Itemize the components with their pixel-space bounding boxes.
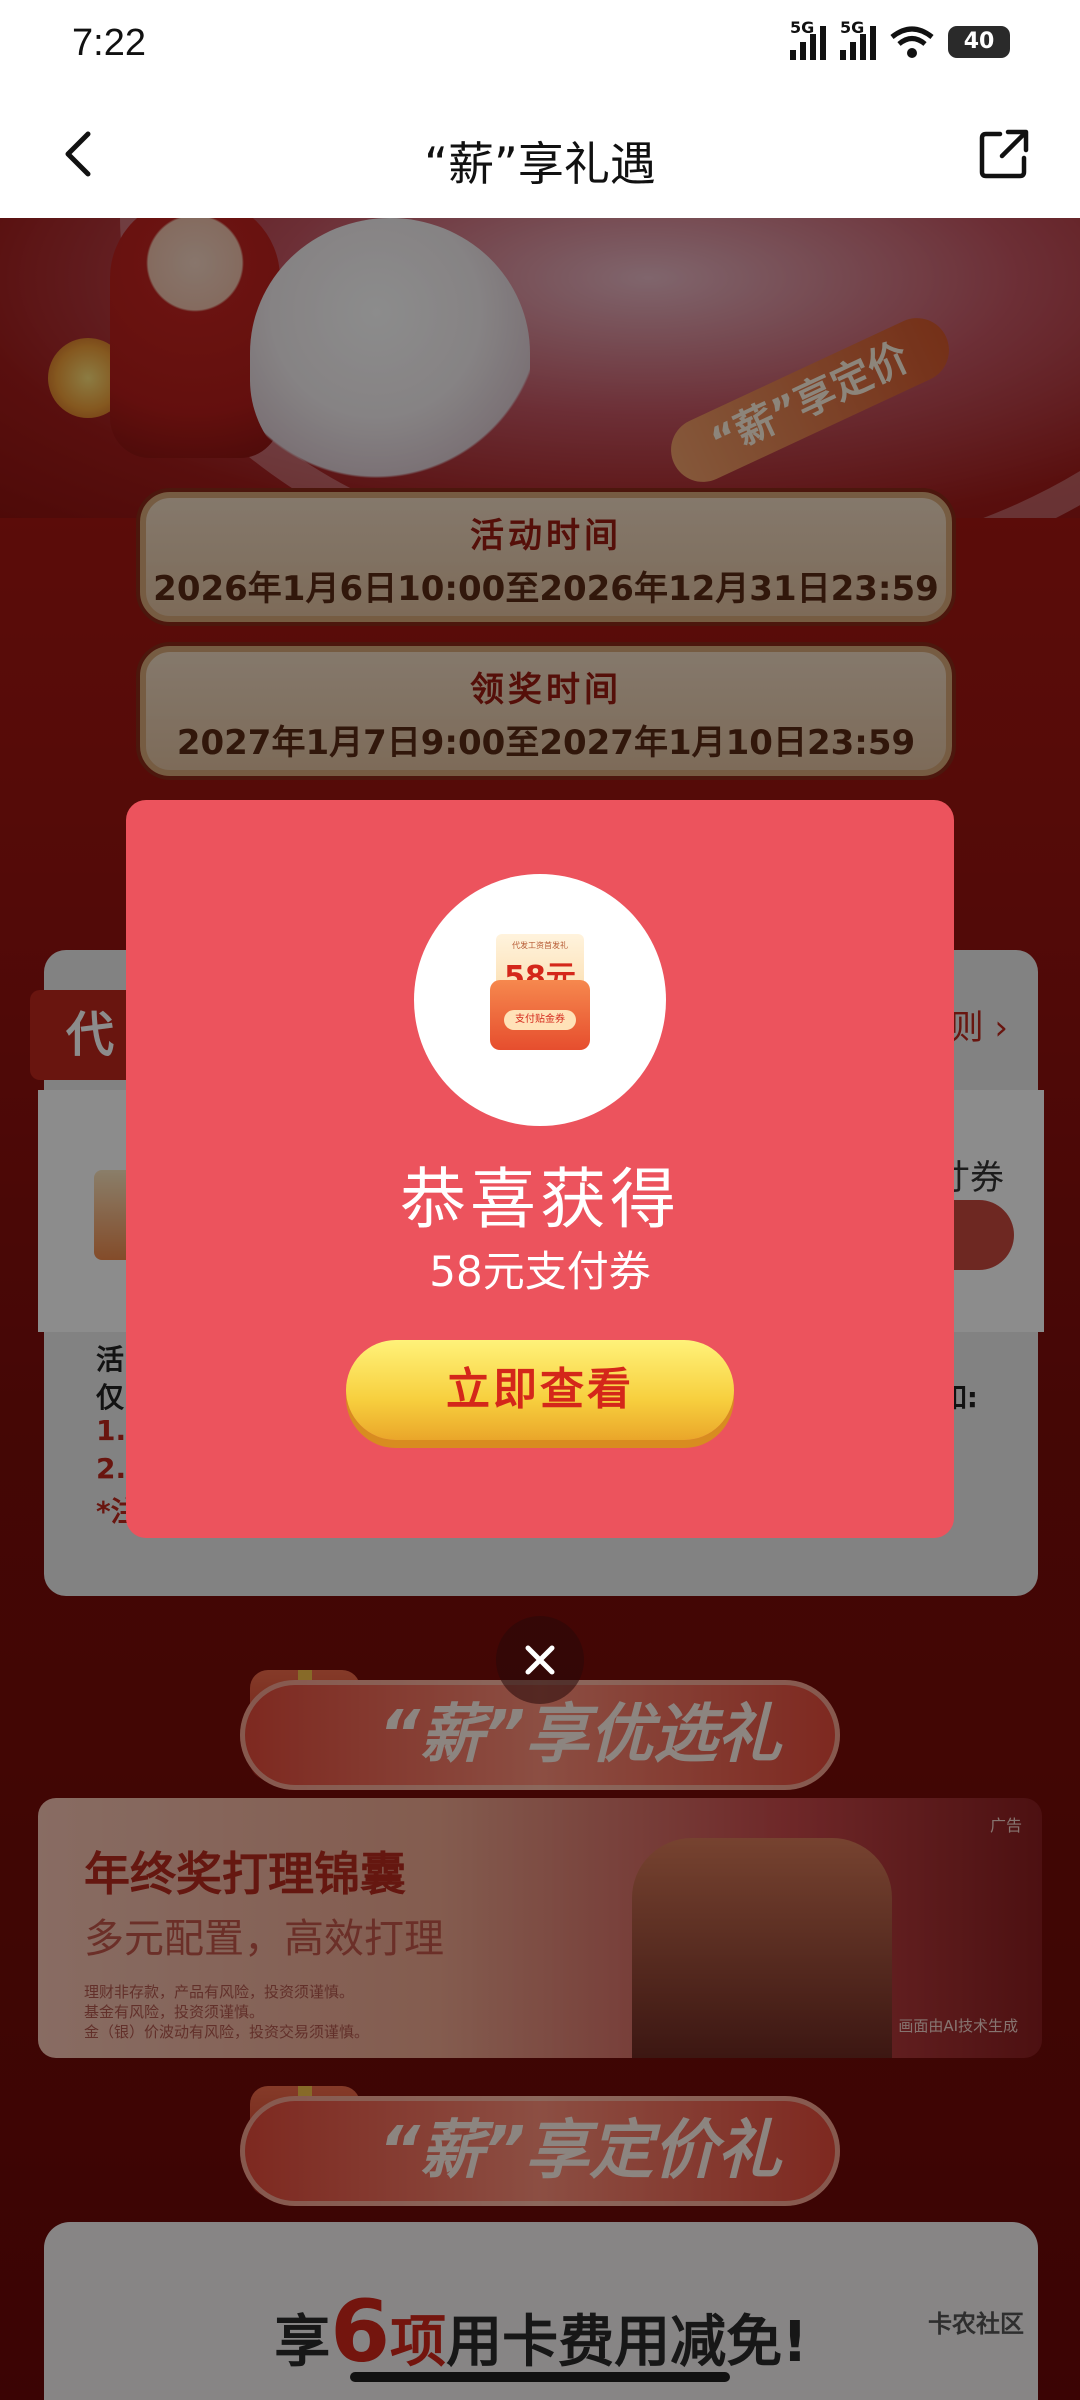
- coupon-type-label: 支付贴金券: [504, 1010, 576, 1030]
- home-indicator[interactable]: [350, 2372, 730, 2382]
- popup-title: 恭喜获得: [400, 1161, 680, 1238]
- battery-icon: 40: [948, 26, 1010, 58]
- close-popup-button[interactable]: [496, 1616, 584, 1704]
- signal-icon: 5G: [790, 18, 826, 60]
- page-title: “薪”享礼遇: [424, 137, 656, 191]
- status-bar: 7:22 5G 5G 40: [0, 0, 1080, 90]
- close-icon: [525, 1645, 555, 1675]
- red-envelope: 支付贴金券: [490, 980, 590, 1050]
- status-time: 7:22: [72, 22, 146, 64]
- coupon-icon-circle: 代发工资首发礼 58元 支付贴金券: [414, 874, 666, 1126]
- network-label: 5G: [840, 18, 865, 37]
- reward-popup: 代发工资首发礼 58元 支付贴金券 恭喜获得 58元支付券 立即查看: [126, 800, 954, 1538]
- view-now-button[interactable]: 立即查看: [346, 1340, 734, 1440]
- signal-icon: 5G: [840, 18, 876, 60]
- coupon-mini-text: 代发工资首发礼: [512, 941, 568, 950]
- wifi-icon: [890, 26, 934, 58]
- navigation-bar: “薪”享礼遇: [0, 90, 1080, 218]
- popup-subtitle: 58元支付券: [429, 1247, 651, 1296]
- network-label: 5G: [790, 18, 815, 37]
- share-icon[interactable]: [976, 126, 1032, 182]
- coupon-envelope-icon: 代发工资首发礼 58元 支付贴金券: [490, 934, 590, 1050]
